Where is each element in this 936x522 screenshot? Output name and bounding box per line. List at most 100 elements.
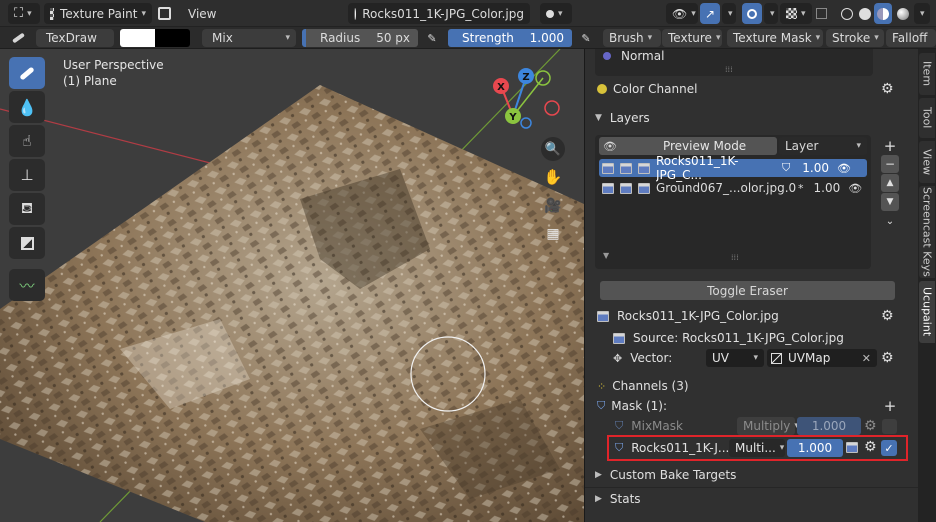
strength-pressure-toggle[interactable]: ✎ <box>576 29 596 47</box>
editor-type-button[interactable]: ⛶ ▾ <box>8 3 40 24</box>
image-selector[interactable]: Rocks011_1K-JPG_Color.jpg <box>348 3 530 24</box>
shading-wireframe-button[interactable] <box>838 3 856 24</box>
color-channel-row[interactable]: Color Channel <box>597 79 918 99</box>
menu-texture[interactable]: Texture ▾ <box>662 29 722 47</box>
menu-stroke[interactable]: Stroke ▾ <box>826 29 884 47</box>
shading-rendered-button[interactable] <box>894 3 912 24</box>
mixmask-blend-dropdown[interactable]: Multiply ▾ <box>737 417 799 435</box>
layer-item[interactable]: Rocks011_1K-JPG_C... ⛉ 1.00 👁 <box>599 154 867 182</box>
remove-layer-button[interactable]: − <box>881 155 899 173</box>
menu-brush-label: Brush <box>609 31 644 45</box>
mixmask-name: MixMask <box>631 419 683 433</box>
mixmask-value-slider[interactable]: 1.000 <box>797 417 861 435</box>
add-mask-button[interactable]: + <box>881 397 899 415</box>
tab-screencast-keys[interactable]: Screencast Keys <box>919 186 935 278</box>
brush-tool-icon <box>19 65 35 81</box>
mask-layer-settings-icon[interactable]: ⚙ <box>864 439 877 455</box>
view-menu[interactable]: View <box>188 3 216 24</box>
dot-icon <box>546 9 554 18</box>
resize-grip[interactable]: ⁞⁞⁞ <box>725 65 733 74</box>
mode-dropdown[interactable]: Texture Paint ▾ <box>44 3 152 24</box>
tab-item[interactable]: Item <box>919 53 935 95</box>
radius-slider[interactable]: Radius 50 px <box>302 29 418 47</box>
layers-panel-header[interactable]: ▼ Layers <box>595 108 918 128</box>
layer-menu-button[interactable]: ⌄ <box>881 212 899 230</box>
texture-overlay-button[interactable]: ▾ <box>780 3 812 24</box>
preview-mode-button[interactable]: 👁 Preview Mode <box>599 137 777 155</box>
shading-material-button[interactable] <box>874 3 892 24</box>
layer-image-row[interactable]: Rocks011_1K-JPG_Color.jpg <box>597 306 918 326</box>
radius-pressure-toggle[interactable]: ✎ <box>422 29 442 47</box>
tool-draw[interactable] <box>9 57 45 89</box>
tool-fill[interactable]: ⛾ <box>9 193 45 225</box>
layer-visibility-eye-icon[interactable]: 👁 <box>837 162 851 175</box>
shading-pin-button[interactable]: ▾ <box>540 3 572 24</box>
brush-name-field[interactable]: TexDraw <box>36 29 114 47</box>
chevron-down-icon: ▾ <box>715 33 721 43</box>
image-icon <box>638 162 650 174</box>
gizmo-toggle[interactable]: ↗ <box>700 3 720 24</box>
slots-toggle[interactable] <box>158 3 176 24</box>
gizmo-dropdown[interactable]: ▾ <box>722 3 736 24</box>
blend-mode-dropdown[interactable]: Mix ▾ <box>202 29 296 47</box>
toggle-eraser-button[interactable]: Toggle Eraser <box>600 281 895 300</box>
vector-type-dropdown[interactable]: UV ▾ <box>706 349 764 367</box>
mask-row[interactable]: ⛉ Mask (1): <box>597 396 918 416</box>
clear-x-icon[interactable]: ✕ <box>862 352 871 365</box>
tool-smear[interactable]: ☝ <box>9 125 45 157</box>
gizmo-neg-x-axis[interactable] <box>544 100 560 116</box>
image-icon <box>597 310 609 322</box>
stats-header[interactable]: ▶ Stats <box>595 489 918 509</box>
add-layer-button[interactable]: + <box>881 137 899 155</box>
vector-settings-icon[interactable]: ⚙ <box>881 350 894 366</box>
menu-texture-mask[interactable]: Texture Mask ▾ <box>727 29 823 47</box>
chevron-down-icon: ▾ <box>141 8 146 19</box>
mask-layer-value-slider[interactable]: 1.000 <box>787 439 843 457</box>
menu-brush[interactable]: Brush ▾ <box>603 29 661 47</box>
overlays-dropdown[interactable]: ▾ <box>764 3 778 24</box>
zoom-button[interactable]: 🔍 <box>541 137 565 161</box>
custom-bake-targets-header[interactable]: ▶ Custom Bake Targets <box>595 465 918 485</box>
channels-row[interactable]: ⁘ Channels (3) <box>597 376 918 396</box>
tab-tool[interactable]: Tool <box>919 98 935 138</box>
tab-view[interactable]: View <box>919 141 935 183</box>
tool-clone[interactable]: ⊥ <box>9 159 45 191</box>
visibility-button[interactable]: 👁 ▾ <box>666 3 698 24</box>
3d-viewport[interactable]: Z X Y User Perspective (1) Plane 💧 ☝ ⊥ ⛾… <box>0 49 584 522</box>
list-options-triangle-icon[interactable]: ▼ <box>603 251 609 260</box>
color-channel-settings-icon[interactable]: ⚙ <box>881 81 894 97</box>
channels-dots-icon: ⁘ <box>597 379 607 393</box>
color-swatch-primary[interactable] <box>120 29 155 47</box>
camera-view-button[interactable]: 🎥 <box>541 194 565 218</box>
mask-layer-enable-checkbox[interactable]: ✓ <box>881 440 897 456</box>
layer-item[interactable]: Ground067_...olor.jpg.001 * 1.00 👁 <box>599 179 867 197</box>
move-layer-up-button[interactable]: ▲ <box>881 174 899 192</box>
menu-falloff[interactable]: Falloff <box>886 29 936 47</box>
tool-mask[interactable] <box>9 227 45 259</box>
resize-grip[interactable]: ⁞⁞⁞ <box>731 253 739 262</box>
tab-ucupaint[interactable]: Ucupaint <box>919 281 935 343</box>
mixmask-settings-icon[interactable]: ⚙ <box>864 418 877 434</box>
menu-falloff-label: Falloff <box>892 31 928 45</box>
gizmo-neg-z-axis[interactable] <box>520 117 532 129</box>
layer-visibility-eye-icon[interactable]: 👁 <box>848 182 862 195</box>
overlays-toggle[interactable] <box>742 3 762 24</box>
color-swatch-secondary[interactable] <box>155 29 190 47</box>
navigation-gizmo[interactable]: Z X Y <box>493 68 560 129</box>
mixmask-enable-checkbox[interactable] <box>882 419 897 434</box>
shading-solid-button[interactable] <box>856 3 874 24</box>
shading-dropdown[interactable]: ▾ <box>914 3 930 24</box>
xray-toggle[interactable] <box>816 3 832 24</box>
strength-slider[interactable]: Strength 1.000 <box>448 29 572 47</box>
layer-type-dropdown[interactable]: Layer ▾ <box>779 137 867 155</box>
tool-annotate[interactable]: 〰 <box>9 269 45 301</box>
ortho-toggle-button[interactable]: ▦ <box>541 222 565 246</box>
pan-button[interactable]: ✋ <box>541 165 565 189</box>
tool-soften[interactable]: 💧 <box>9 91 45 123</box>
chevron-down-icon: ▾ <box>647 33 653 43</box>
mask-layer-blend-dropdown[interactable]: Multi... ▾ <box>729 439 785 457</box>
layer-settings-icon[interactable]: ⚙ <box>881 308 894 324</box>
camera-icon: 🎥 <box>544 198 562 214</box>
move-layer-down-button[interactable]: ▼ <box>881 193 899 211</box>
uv-map-field[interactable]: UVMap ✕ <box>767 349 877 367</box>
